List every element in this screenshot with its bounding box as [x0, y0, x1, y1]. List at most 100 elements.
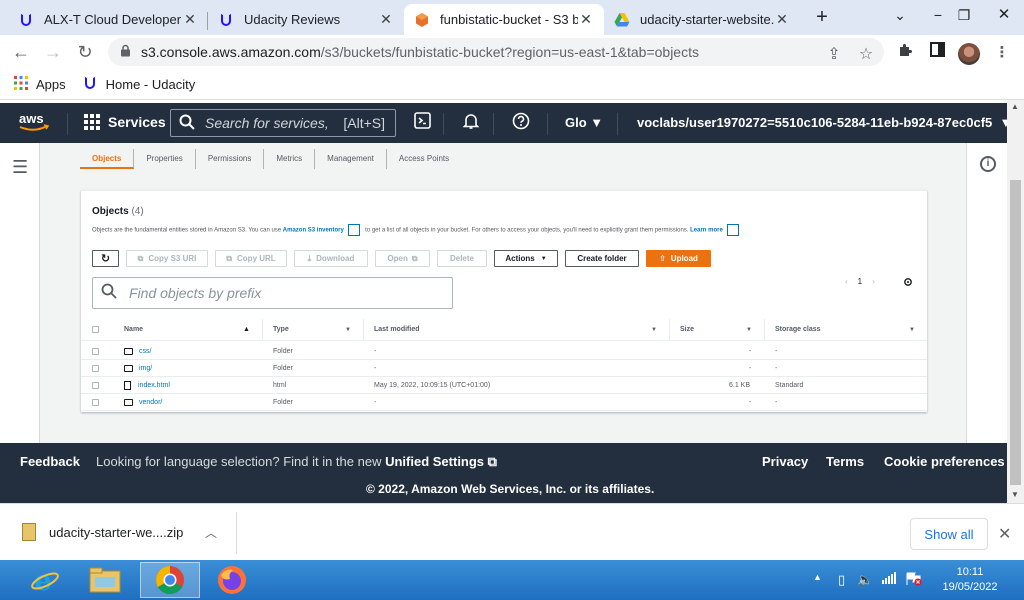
reload-icon[interactable]: ↻: [74, 41, 96, 63]
open-button[interactable]: Open ⧉: [375, 250, 430, 267]
tab-access-points[interactable]: Access Points: [387, 149, 461, 169]
address-bar[interactable]: s3.console.aws.amazon.com/s3/buckets/fun…: [108, 38, 884, 66]
tab-metrics[interactable]: Metrics: [264, 149, 316, 169]
side-panel-icon[interactable]: [926, 42, 948, 64]
services-menu-button[interactable]: Services: [84, 114, 166, 130]
scrollbar-thumb[interactable]: [1010, 180, 1021, 485]
learn-more-link[interactable]: Learn more: [690, 228, 723, 234]
table-row[interactable]: css/ Folder - - -: [81, 343, 927, 360]
tab-permissions[interactable]: Permissions: [196, 149, 265, 169]
gear-icon[interactable]: [903, 277, 913, 290]
browser-tab[interactable]: Udacity Reviews ✕: [208, 4, 404, 35]
browser-tab[interactable]: udacity-starter-website.z ✕: [604, 4, 800, 35]
col-size[interactable]: Size: [680, 319, 694, 340]
object-name-link[interactable]: img/: [139, 365, 152, 372]
close-icon[interactable]: ✕: [998, 524, 1011, 544]
scroll-down-icon[interactable]: ▼: [1011, 490, 1019, 499]
row-checkbox[interactable]: [92, 398, 99, 406]
download-file-name[interactable]: udacity-starter-we....zip: [49, 525, 183, 540]
copy-url-button[interactable]: ⧉ Copy URL: [215, 250, 287, 267]
system-clock[interactable]: 10:11 19/05/2022: [938, 565, 1002, 595]
info-icon[interactable]: i: [980, 156, 996, 172]
notifications-bell-icon[interactable]: [460, 112, 482, 134]
row-checkbox[interactable]: [92, 381, 99, 389]
tab-search-chevron-icon[interactable]: ⌄: [880, 0, 920, 30]
object-name-link[interactable]: vendor/: [139, 399, 162, 406]
next-page-icon[interactable]: ›: [872, 277, 875, 286]
sort-icon[interactable]: ▼: [909, 319, 915, 340]
cookie-preferences-link[interactable]: Cookie preferences: [884, 454, 1005, 469]
copy-s3-uri-button[interactable]: ⧉ Copy S3 URI: [126, 250, 208, 267]
tab-objects[interactable]: Objects: [80, 149, 135, 169]
create-folder-button[interactable]: Create folder: [565, 250, 639, 267]
object-name-link[interactable]: index.html: [138, 382, 170, 389]
account-menu[interactable]: voclabs/user1970272=5510c106-5284-11eb-b…: [637, 115, 1012, 130]
internet-explorer-icon[interactable]: e: [15, 562, 75, 598]
new-tab-button[interactable]: +: [810, 6, 834, 30]
tab-management[interactable]: Management: [315, 149, 387, 169]
bookmark-udacity[interactable]: Home - Udacity: [82, 75, 195, 94]
help-icon[interactable]: [510, 112, 532, 134]
browser-tab[interactable]: ALX-T Cloud Developer - ✕: [8, 4, 208, 35]
window-close-icon[interactable]: ✕: [984, 0, 1024, 30]
forward-arrow-icon[interactable]: →: [42, 41, 64, 63]
col-type[interactable]: Type: [273, 319, 289, 340]
chrome-icon[interactable]: [140, 562, 200, 598]
download-button[interactable]: ⤓ Download: [294, 250, 368, 267]
aws-logo[interactable]: aws: [18, 111, 50, 133]
object-name-link[interactable]: css/: [139, 348, 151, 355]
tab-properties[interactable]: Properties: [134, 149, 196, 169]
back-arrow-icon[interactable]: ←: [10, 41, 32, 63]
restore-icon[interactable]: ❐: [944, 0, 984, 30]
terms-link[interactable]: Terms: [826, 454, 864, 469]
action-center-flag-icon[interactable]: [906, 572, 922, 589]
show-all-button[interactable]: Show all: [910, 518, 988, 550]
chevron-up-icon[interactable]: ︿: [205, 524, 217, 541]
extensions-puzzle-icon[interactable]: [895, 42, 917, 64]
prev-page-icon[interactable]: ‹: [845, 277, 848, 286]
bookmark-star-icon[interactable]: ☆: [854, 41, 878, 69]
bookmark-apps[interactable]: Apps: [14, 75, 66, 93]
file-explorer-icon[interactable]: [75, 562, 135, 598]
row-checkbox[interactable]: [92, 347, 99, 355]
network-signal-icon[interactable]: [882, 572, 896, 587]
col-last-modified[interactable]: Last modified: [374, 319, 420, 340]
privacy-link[interactable]: Privacy: [762, 454, 808, 469]
battery-icon[interactable]: ▯: [838, 572, 845, 588]
scroll-up-icon[interactable]: ▲: [1011, 102, 1019, 111]
col-name[interactable]: Name: [124, 319, 143, 340]
close-icon[interactable]: ✕: [774, 11, 790, 28]
feedback-link[interactable]: Feedback: [20, 454, 80, 469]
select-all-checkbox[interactable]: [92, 326, 99, 333]
s3-inventory-link[interactable]: Amazon S3 inventory: [283, 228, 344, 234]
sort-asc-icon[interactable]: ▲: [243, 319, 250, 340]
service-search-input[interactable]: Search for services, [Alt+S]: [170, 109, 396, 137]
actions-dropdown[interactable]: Actions ▼: [494, 250, 558, 267]
sort-icon[interactable]: ▼: [345, 319, 351, 340]
speaker-icon[interactable]: 🔈: [857, 572, 873, 588]
region-selector[interactable]: Glo ▼: [565, 115, 603, 130]
sort-icon[interactable]: ▼: [651, 319, 657, 340]
kebab-menu-icon[interactable]: ⋮: [991, 42, 1013, 64]
row-checkbox[interactable]: [92, 364, 99, 372]
hamburger-menu-icon[interactable]: ☰: [12, 157, 28, 178]
close-icon[interactable]: ✕: [182, 11, 198, 28]
firefox-icon[interactable]: [202, 562, 262, 598]
table-row[interactable]: img/ Folder - - -: [81, 360, 927, 377]
find-objects-input[interactable]: Find objects by prefix: [92, 277, 453, 309]
upload-button[interactable]: ⇧ Upload: [646, 250, 711, 267]
cloudshell-icon[interactable]: [411, 112, 433, 134]
page-number[interactable]: 1: [858, 277, 862, 286]
table-row[interactable]: index.html html May 19, 2022, 10:09:15 (…: [81, 377, 927, 394]
tray-expand-icon[interactable]: ▲: [813, 572, 822, 582]
table-row[interactable]: vendor/ Folder - - -: [81, 394, 927, 411]
refresh-button[interactable]: ↻: [92, 250, 119, 267]
profile-avatar[interactable]: [958, 43, 980, 65]
close-icon[interactable]: ✕: [578, 11, 594, 28]
share-icon[interactable]: ⇪: [822, 41, 846, 69]
delete-button[interactable]: Delete: [437, 250, 487, 267]
browser-tab-active[interactable]: funbistatic-bucket - S3 bu ✕: [404, 4, 604, 35]
unified-settings-link[interactable]: Unified Settings: [385, 454, 484, 469]
page-scrollbar[interactable]: ▲ ▼: [1007, 100, 1024, 503]
sort-icon[interactable]: ▼: [746, 319, 752, 340]
